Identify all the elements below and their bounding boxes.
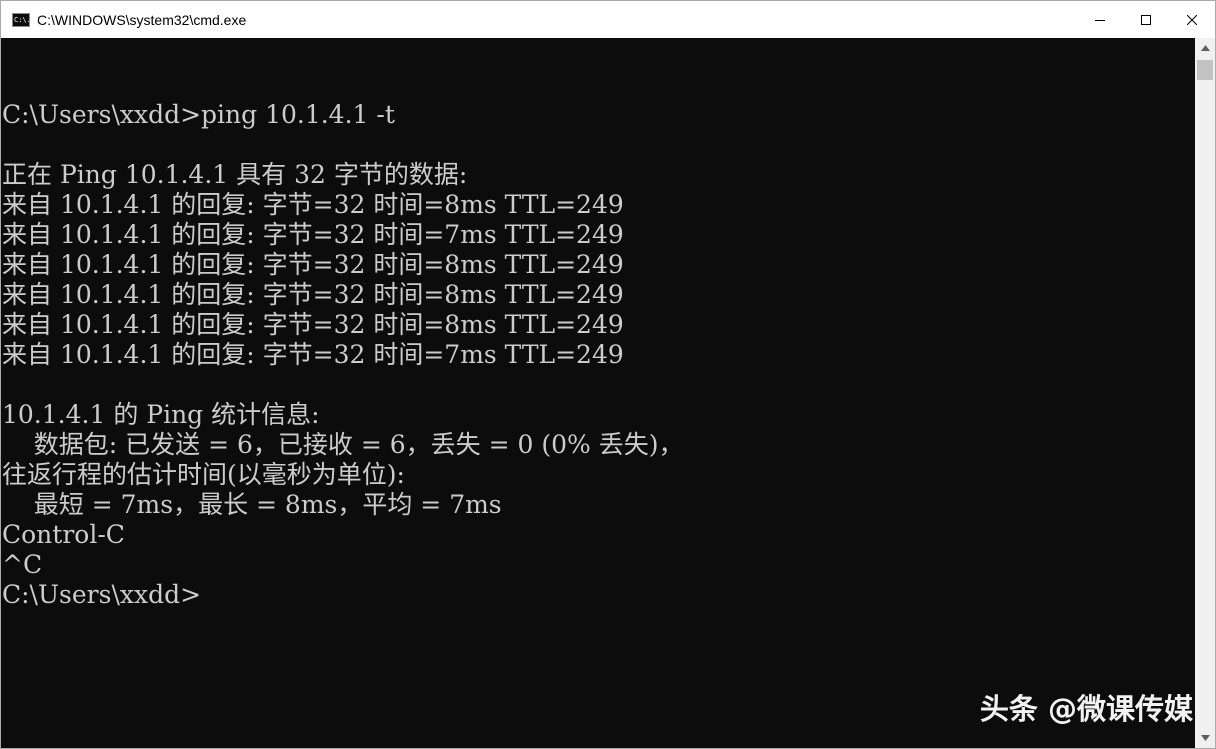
console-line: C:\Users\xxdd>ping 10.1.4.1 -t [2,100,395,129]
maximize-icon [1141,14,1151,25]
scroll-down-button[interactable] [1195,728,1215,748]
console-line: 正在 Ping 10.1.4.1 具有 32 字节的数据: [2,160,468,189]
console-line: 来自 10.1.4.1 的回复: 字节=32 时间=7ms TTL=249 [2,220,624,249]
cmd-window: C:\. C:\WINDOWS\system32\cmd.exe C:\User… [0,0,1216,749]
scroll-down-arrow-icon [1200,735,1210,741]
minimize-button[interactable] [1077,1,1123,38]
console-line: 10.1.4.1 的 Ping 统计信息: [2,400,320,429]
vertical-scrollbar[interactable] [1195,38,1215,748]
console-line: 最短 = 7ms，最长 = 8ms，平均 = 7ms [2,490,502,519]
window-controls [1077,1,1215,38]
console-line: Control-C [2,520,125,549]
console-line: 来自 10.1.4.1 的回复: 字节=32 时间=8ms TTL=249 [2,190,624,219]
console-line: 来自 10.1.4.1 的回复: 字节=32 时间=8ms TTL=249 [2,280,624,309]
watermark: 头条 @微课传媒 [979,692,1193,726]
console-line: C:\Users\xxdd> [2,580,202,609]
window-title: C:\WINDOWS\system32\cmd.exe [37,11,247,28]
console-line: 来自 10.1.4.1 的回复: 字节=32 时间=8ms TTL=249 [2,250,624,279]
console-line: 数据包: 已发送 = 6，已接收 = 6，丢失 = 0 (0% 丢失)， [2,430,684,459]
maximize-button[interactable] [1123,1,1169,38]
console-lines: C:\Users\xxdd>ping 10.1.4.1 -t 正在 Ping 10… [1,38,1195,610]
console-line: 来自 10.1.4.1 的回复: 字节=32 时间=8ms TTL=249 [2,310,624,339]
title-bar[interactable]: C:\. C:\WINDOWS\system32\cmd.exe [1,1,1215,38]
close-icon [1187,14,1197,25]
scroll-up-arrow-icon [1200,45,1210,51]
scroll-up-button[interactable] [1195,38,1215,58]
console-line: ^C [2,550,43,579]
console-output[interactable]: C:\Users\xxdd>ping 10.1.4.1 -t 正在 Ping 10… [1,38,1195,748]
console-line: 往返行程的估计时间(以毫秒为单位): [2,460,405,489]
minimize-icon [1095,19,1105,21]
cmd-icon[interactable]: C:\. [12,12,30,27]
close-button[interactable] [1169,1,1215,38]
console-line: 来自 10.1.4.1 的回复: 字节=32 时间=7ms TTL=249 [2,340,624,369]
scroll-thumb[interactable] [1197,60,1213,80]
